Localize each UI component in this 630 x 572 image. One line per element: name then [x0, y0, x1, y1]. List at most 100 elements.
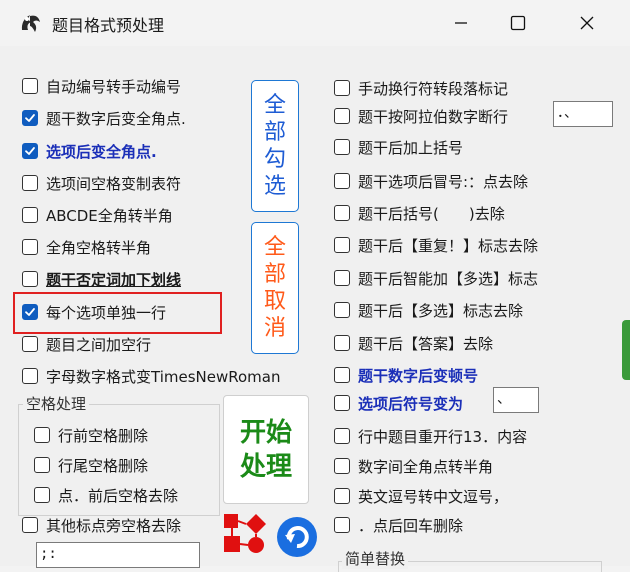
option-symbol-input[interactable]: 、 [493, 387, 539, 413]
right-14-label: ．点后回车删除 [358, 516, 464, 535]
checkbox-icon[interactable] [334, 517, 350, 533]
right-13-option[interactable]: 英文逗号转中文逗号， [334, 484, 508, 508]
left-4-option[interactable]: ABCDE全角转半角 [22, 203, 173, 227]
right-7-option[interactable]: 题干后【多选】标志去除 [334, 298, 523, 322]
left-1-option[interactable]: 题干数字后变全角点. [22, 106, 186, 130]
cancel-all-char: 全 [263, 235, 286, 260]
cancel-all-char: 取 [263, 289, 286, 314]
cancel-all-char: 部 [263, 262, 286, 287]
left-5-option[interactable]: 全角空格转半角 [22, 235, 151, 259]
space-1-option[interactable]: 行尾空格删除 [34, 453, 148, 477]
background-window-edge [622, 320, 630, 380]
left-0-option[interactable]: 自动编号转手动编号 [22, 74, 181, 98]
left-8-option[interactable]: 题目之间加空行 [22, 332, 151, 356]
right-3-label: 题干选项后冒号:：点去除 [358, 172, 529, 191]
checkbox-icon[interactable] [334, 173, 350, 189]
left-6-label: 题干否定词加下划线 [46, 270, 182, 289]
right-2-option[interactable]: 题干后加上括号 [334, 135, 463, 159]
checkbox-icon[interactable] [334, 80, 350, 96]
checkbox-icon[interactable] [334, 205, 350, 221]
right-5-label: 题干后【重复！】标志去除 [358, 236, 539, 255]
right-12-option[interactable]: 数字间全角点转半角 [334, 454, 493, 478]
space-0-option[interactable]: 行前空格删除 [34, 423, 148, 447]
right-14-option[interactable]: ．点后回车删除 [334, 513, 463, 537]
checkbox-icon[interactable] [334, 458, 350, 474]
number-break-input[interactable]: ．、 [553, 101, 613, 127]
right-2-label: 题干后加上括号 [358, 138, 464, 157]
space-2-option[interactable]: 点．前后空格去除 [34, 483, 178, 507]
minimize-button[interactable] [439, 6, 483, 40]
space-1-label: 行尾空格删除 [58, 456, 149, 475]
select-all-char: 部 [263, 120, 286, 145]
window-title: 题目格式预处理 [52, 16, 165, 35]
checkbox-icon[interactable] [334, 428, 350, 444]
left-9-option[interactable]: 字母数字格式变TimesNewRoman [22, 364, 280, 388]
right-11-option[interactable]: 行中题目重开行13．内容 [334, 424, 527, 448]
right-3-option[interactable]: 题干选项后冒号:：点去除 [334, 169, 528, 193]
checkbox-icon[interactable] [22, 175, 38, 191]
flowchart-icon[interactable] [222, 512, 270, 556]
close-button[interactable] [565, 6, 609, 40]
left-8-label: 题目之间加空行 [46, 335, 152, 354]
checkbox-icon[interactable] [22, 517, 38, 533]
checkbox-icon[interactable] [334, 302, 350, 318]
left-6-option[interactable]: 题干否定词加下划线 [22, 267, 181, 291]
checkbox-icon[interactable] [34, 487, 50, 503]
refresh-icon[interactable] [276, 516, 318, 558]
right-1-option[interactable]: 题干按阿拉伯数字断行 [334, 104, 508, 128]
right-10-label: 选项后符号变为 [358, 394, 464, 413]
right-10-option[interactable]: 选项后符号变为 [334, 391, 463, 415]
space-group-title: 空格处理 [23, 393, 90, 414]
checkbox-icon[interactable] [334, 488, 350, 504]
checkbox-icon[interactable] [334, 108, 350, 124]
checkbox-icon[interactable] [22, 368, 38, 384]
maximize-button[interactable] [496, 6, 540, 40]
cancel-all-button[interactable]: 全 部 取 消 [251, 222, 299, 354]
checkbox-icon[interactable] [334, 139, 350, 155]
checkbox-icon[interactable] [22, 207, 38, 223]
right-0-option[interactable]: 手动换行符转段落标记 [334, 76, 508, 100]
app-logo-icon [21, 15, 40, 32]
checkbox-icon[interactable] [34, 457, 50, 473]
checkbox-icon[interactable] [22, 239, 38, 255]
checkbox-icon[interactable] [22, 271, 38, 287]
right-8-option[interactable]: 题干后【答案】去除 [334, 331, 493, 355]
left-3-label: 选项间空格变制表符 [46, 174, 182, 193]
right-9-label: 题干数字后变顿号 [358, 366, 479, 385]
checkbox-icon[interactable] [334, 395, 350, 411]
right-8-label: 题干后【答案】去除 [358, 334, 494, 353]
right-11-label: 行中题目重开行13．内容 [358, 427, 528, 446]
checkbox-icon[interactable] [334, 270, 350, 286]
left-0-label: 自动编号转手动编号 [46, 77, 182, 96]
checkbox-icon[interactable] [34, 427, 50, 443]
checkbox-icon[interactable] [334, 335, 350, 351]
title-bar: 题目格式预处理 [0, 0, 630, 46]
checkbox-icon[interactable] [22, 336, 38, 352]
right-1-label: 题干按阿拉伯数字断行 [358, 107, 509, 126]
right-0-label: 手动换行符转段落标记 [358, 79, 509, 98]
minimize-icon [455, 22, 467, 24]
start-label-line1: 开始 [239, 417, 292, 448]
select-all-button[interactable]: 全 部 勾 选 [251, 80, 299, 212]
left-3-option[interactable]: 选项间空格变制表符 [22, 171, 181, 195]
checkbox-icon[interactable] [334, 237, 350, 253]
select-all-char: 全 [263, 93, 286, 118]
checkbox-icon[interactable] [334, 367, 350, 383]
left-9-label: 字母数字格式变TimesNewRoman [46, 367, 281, 386]
right-5-option[interactable]: 题干后【重复！】标志去除 [334, 233, 538, 257]
checkbox-checked-icon[interactable] [22, 143, 38, 159]
punct-option[interactable]: 其他标点旁空格去除 [22, 513, 181, 537]
punct-chars-input[interactable]: ;: [36, 542, 200, 568]
start-process-button[interactable]: 开始 处理 [223, 395, 309, 504]
space-2-label: 点．前后空格去除 [58, 486, 179, 505]
right-9-option[interactable]: 题干数字后变顿号 [334, 363, 478, 387]
right-6-option[interactable]: 题干后智能加【多选】标志 [334, 266, 538, 290]
select-all-char: 选 [263, 174, 286, 199]
left-2-label: 选项后变全角点. [46, 142, 157, 161]
left-2-option[interactable]: 选项后变全角点. [22, 139, 157, 163]
checkbox-icon[interactable] [22, 78, 38, 94]
right-4-option[interactable]: 题干后括号( )去除 [334, 201, 505, 225]
checkbox-checked-icon[interactable] [22, 110, 38, 126]
punct-label: 其他标点旁空格去除 [46, 516, 182, 535]
right-4-label: 题干后括号( )去除 [358, 204, 505, 223]
